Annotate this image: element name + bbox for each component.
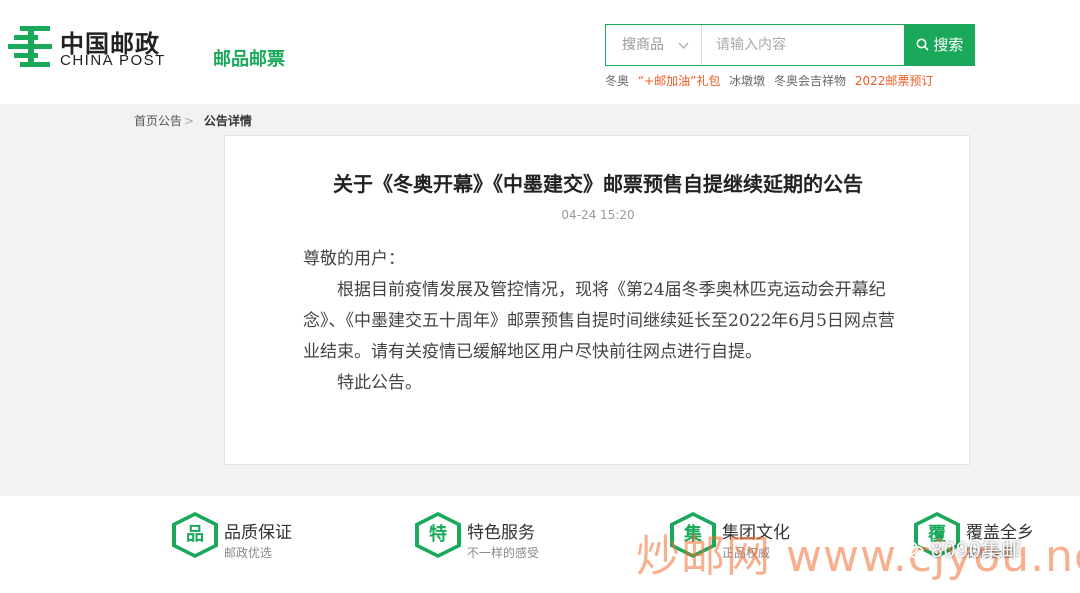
breadcrumb-current: 公告详情 <box>203 114 252 128</box>
search-bar: 搜商品 搜索 <box>605 24 975 66</box>
announcement-title: 关于《冬奥开幕》《中墨建交》邮票预售自提继续延期的公告 <box>333 172 863 196</box>
feature-subtitle: 邮政优选 <box>224 546 273 560</box>
hot-word-link[interactable]: 冬奥 <box>605 74 629 88</box>
wechat-account-name: 8090集邮 <box>930 538 1022 562</box>
nav-stamps-products[interactable]: 邮品邮票 <box>213 45 285 71</box>
announcement-paragraph: 根据目前疫情发展及管控情况，现将《第24届冬季奥林匹克运动会开幕纪念》、《中墨建… <box>303 280 895 362</box>
chevron-down-icon <box>678 25 689 65</box>
wechat-account-watermark: 8090集邮 <box>900 534 1021 563</box>
site-header: 中国邮政 CHINA POST 邮品邮票 搜商品 搜索 冬奥 “+邮加油”礼包 … <box>0 0 1080 104</box>
feature-title: 特色服务 <box>467 523 535 543</box>
search-category-select[interactable]: 搜商品 <box>606 25 702 65</box>
announcement-greeting: 尊敬的用户： <box>303 249 405 269</box>
quality-hexagon-icon: 品 <box>172 512 218 558</box>
feature-title: 品质保证 <box>224 523 292 543</box>
hot-word-link[interactable]: “+邮加油”礼包 <box>638 74 721 88</box>
announcement-card: 关于《冬奥开幕》《中墨建交》邮票预售自提继续延期的公告 04-24 15:20 … <box>224 135 970 465</box>
china-post-emblem-icon <box>8 26 52 67</box>
hot-word-link[interactable]: 2022邮票预订 <box>855 74 934 88</box>
logo-english-text: CHINA POST <box>60 52 166 69</box>
announcement-body: 尊敬的用户： 根据目前疫情发展及管控情况，现将《第24届冬季奥林匹克运动会开幕纪… <box>303 244 903 399</box>
search-button-label: 搜索 <box>933 36 964 54</box>
feature-subtitle: 不一样的感受 <box>467 546 540 560</box>
hot-search-words: 冬奥 “+邮加油”礼包 冰墩墩 冬奥会吉祥物 2022邮票预订 <box>605 72 938 89</box>
hot-word-link[interactable]: 冰墩墩 <box>729 74 765 88</box>
announcement-date: 04-24 15:20 <box>561 208 635 222</box>
search-icon <box>916 36 934 54</box>
breadcrumb-home-link[interactable]: 首页公告 <box>134 114 182 128</box>
search-button[interactable]: 搜索 <box>904 24 975 66</box>
hot-word-link[interactable]: 冬奥会吉祥物 <box>774 74 846 88</box>
special-hexagon-icon: 特 <box>415 512 461 558</box>
china-post-logo[interactable]: 中国邮政 CHINA POST <box>6 22 171 72</box>
breadcrumb: 首页公告 > 公告详情 <box>134 112 252 129</box>
search-input[interactable] <box>702 25 906 65</box>
chevron-right-icon: > <box>184 114 195 128</box>
search-category-label: 搜商品 <box>622 37 664 53</box>
announcement-closing: 特此公告。 <box>337 373 422 393</box>
wechat-icon <box>900 538 930 562</box>
